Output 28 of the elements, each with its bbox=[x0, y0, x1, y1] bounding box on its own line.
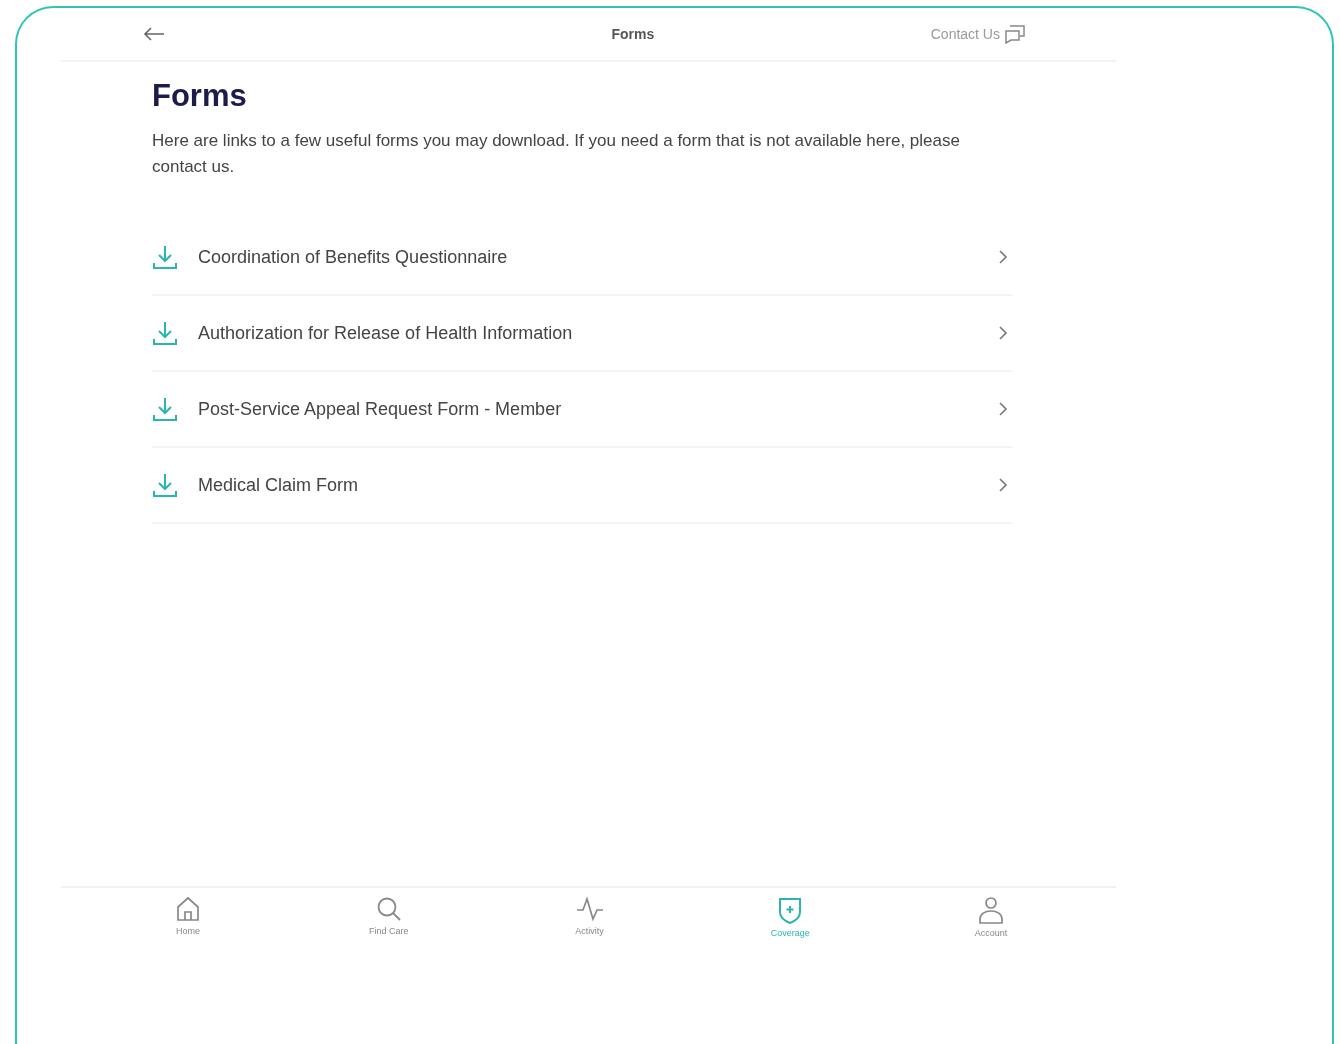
intro-text: Here are links to a few useful forms you may download. If you need a form that is not available here, please contact us. bbox=[152, 130, 961, 178]
download-icon bbox=[152, 472, 178, 498]
person-icon bbox=[978, 896, 1004, 924]
search-icon bbox=[375, 896, 402, 922]
form-list-item[interactable]: Authorization for Release of Health Information bbox=[152, 296, 1012, 372]
nav-tab[interactable]: Find Care bbox=[353, 896, 424, 958]
chevron-right-icon bbox=[998, 325, 1008, 341]
nav-tab[interactable]: Activity bbox=[554, 896, 625, 958]
screen-title: Forms bbox=[611, 26, 655, 42]
form-list-item[interactable]: Post-Service Appeal Request Form - Member bbox=[152, 372, 1012, 448]
chevron-right-icon bbox=[998, 249, 1008, 265]
nav-tab[interactable]: Account bbox=[956, 896, 1026, 958]
chat-icon bbox=[1004, 24, 1026, 44]
download-icon bbox=[152, 244, 178, 270]
download-icon bbox=[152, 396, 178, 422]
chevron-right-icon bbox=[998, 401, 1008, 417]
home-icon bbox=[176, 896, 200, 922]
chevron-right-icon bbox=[998, 477, 1008, 493]
form-list-item[interactable]: Coordination of Benefits Questionnaire bbox=[152, 220, 1012, 296]
shield-icon bbox=[778, 896, 803, 924]
contact-us-link[interactable]: Contact Us bbox=[930, 24, 1026, 44]
nav-tab[interactable]: Home bbox=[153, 896, 223, 958]
back-arrow-icon[interactable] bbox=[143, 27, 165, 41]
page-heading: Forms bbox=[152, 78, 248, 114]
pulse-icon bbox=[575, 896, 604, 922]
download-icon bbox=[152, 320, 178, 346]
form-list-item[interactable]: Medical Claim Form bbox=[152, 448, 1012, 524]
nav-tab[interactable]: Coverage bbox=[755, 896, 826, 958]
